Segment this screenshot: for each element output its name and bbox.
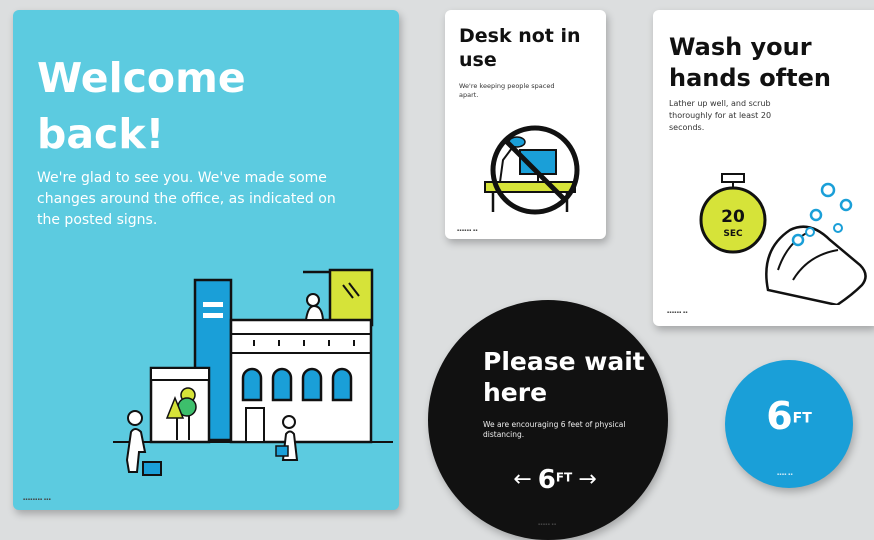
welcome-poster: Welcome back! We're glad to see you. We'… [13,10,399,510]
six-ft-label: 6FT [725,394,853,438]
arrow-left-icon: ← [513,467,532,492]
wait-fine-print: ▪▪▪▪▪ ▪▪ [538,522,557,526]
wash-title: Wash your hands often [669,33,831,92]
poster-fine-print: ▪▪▪▪▪▪▪▪ ▪▪▪ [23,497,52,501]
office-building-illustration [113,268,393,476]
welcome-body: We're glad to see you. We've made some c… [37,170,336,228]
desk-not-in-use-card: Desk not in use We're keeping people spa… [445,10,606,239]
desk-subtitle: We're keeping people spaced apart. [459,82,555,99]
desk-fine-print: ▪▪▪▪▪▪ ▪▪ [457,228,478,232]
handwashing-timer-illustration: 20 SEC [699,173,867,305]
six-ft-floor-sign: 6FT ▪▪▪▪ ▪▪ [725,360,853,488]
wait-subtitle: We are encouraging 6 feet of physical di… [483,420,626,439]
welcome-title: Welcome back! [37,54,246,158]
six-ft-unit: FT [792,410,812,427]
arrow-right-icon: → [578,467,597,492]
wait-distance-number: 6 [537,465,556,495]
please-wait-here-sign: Please wait here We are encouraging 6 fe… [428,300,668,540]
wash-hands-card: Wash your hands often Lather up well, an… [653,10,874,326]
desk-title: Desk not in use [459,25,581,71]
wait-distance-unit: FT [555,470,573,485]
timer-number: 20 [721,207,745,227]
six-fine-print: ▪▪▪▪ ▪▪ [777,472,793,476]
six-ft-number: 6 [766,394,793,438]
no-desk-icon [484,125,580,215]
wash-subtitle: Lather up well, and scrub thoroughly for… [669,99,772,132]
wait-distance: ← 6FT → [490,460,620,500]
wait-title: Please wait here [483,347,645,407]
timer-unit: SEC [723,229,743,239]
wash-fine-print: ▪▪▪▪▪▪ ▪▪ [667,310,688,314]
